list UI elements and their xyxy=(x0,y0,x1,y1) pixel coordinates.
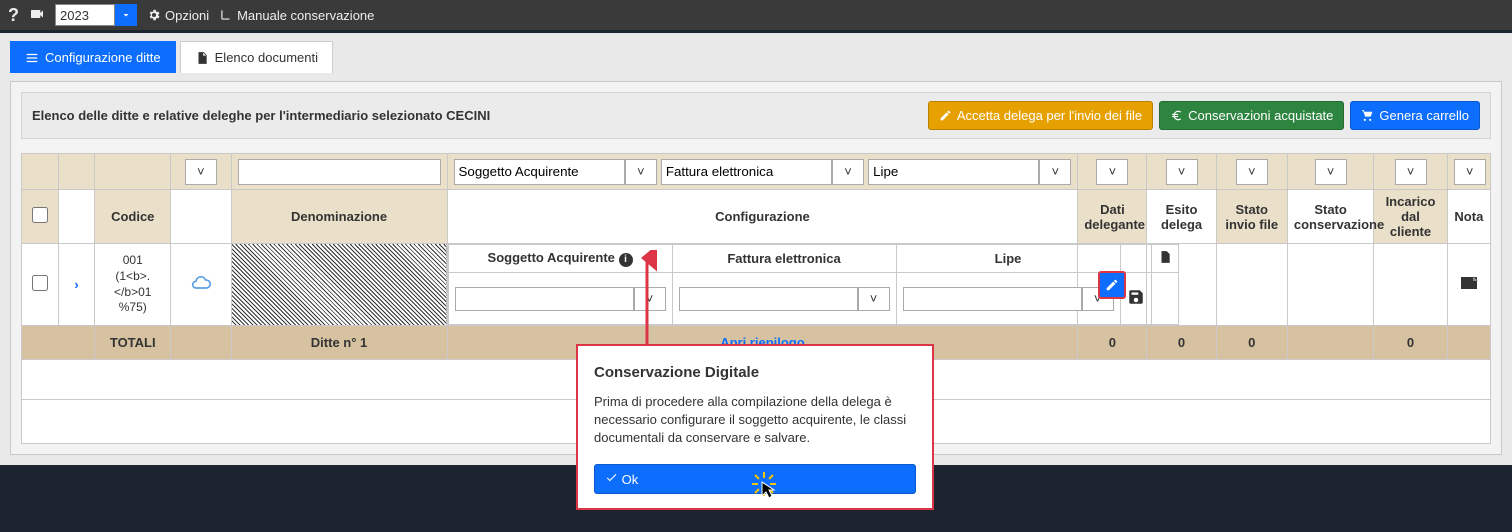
filter-sogg-input[interactable] xyxy=(454,159,625,185)
edit-icon xyxy=(1105,278,1119,292)
modal-dialog: Conservazione Digitale Prima di proceder… xyxy=(576,344,934,510)
book-icon xyxy=(219,8,233,22)
ok-button[interactable]: Ok xyxy=(594,464,916,494)
filter-config: ˅ ˅ ˅ xyxy=(447,154,1078,190)
chevron-down-icon[interactable]: ˅ xyxy=(185,159,217,185)
edit-icon xyxy=(939,109,952,122)
chevron-down-icon[interactable]: ˅ xyxy=(1166,159,1198,185)
row-codice: 001 (1<b>.</b>01 %75) xyxy=(95,244,171,326)
conserv-label: Conservazioni acquistate xyxy=(1188,108,1333,123)
th-config: Configurazione xyxy=(447,190,1078,244)
year-selector[interactable] xyxy=(55,4,137,26)
totals-label: TOTALI xyxy=(95,326,171,360)
row-checkbox[interactable] xyxy=(32,275,48,291)
cfg-fatt-input[interactable] xyxy=(679,287,858,311)
th-denom: Denominazione xyxy=(231,190,447,244)
row-denom xyxy=(231,244,447,326)
th-stato-cons: Stato conservazione xyxy=(1287,190,1373,244)
genera-carrello-button[interactable]: Genera carrello xyxy=(1350,101,1480,130)
manuale-label: Manuale conservazione xyxy=(237,8,374,23)
filter-row: ˅ ˅ ˅ ˅ ˅ ˅ ˅ ˅ ˅ ˅ xyxy=(22,154,1491,190)
edit-delegante-button[interactable] xyxy=(1098,271,1126,299)
cart-icon xyxy=(1361,109,1374,122)
chevron-down-icon[interactable]: ˅ xyxy=(1315,159,1347,185)
chevron-down-icon[interactable]: ˅ xyxy=(858,287,890,311)
manuale-link[interactable]: Manuale conservazione xyxy=(219,8,374,23)
list-icon xyxy=(25,51,39,65)
conservazioni-button[interactable]: Conservazioni acquistate xyxy=(1159,101,1344,130)
th-esito: Esito delega xyxy=(1147,190,1216,244)
year-dropdown-icon[interactable] xyxy=(115,4,137,26)
modal-title: Conservazione Digitale xyxy=(594,364,916,381)
cfg-lipe-input[interactable] xyxy=(903,287,1082,311)
cloud-icon xyxy=(188,273,214,293)
video-icon[interactable] xyxy=(29,6,45,25)
select-all-checkbox[interactable] xyxy=(32,207,48,223)
cfg-col-fatt: Fattura elettronica xyxy=(672,245,896,273)
th-nota: Nota xyxy=(1447,190,1490,244)
gear-icon xyxy=(147,8,161,22)
cfg-sogg-input[interactable] xyxy=(455,287,634,311)
chevron-down-icon[interactable]: ˅ xyxy=(1039,159,1071,185)
chevron-down-icon[interactable]: ˅ xyxy=(625,159,657,185)
tab-config-label: Configurazione ditte xyxy=(45,50,161,65)
document-icon xyxy=(1158,249,1172,265)
chevron-down-icon[interactable]: ˅ xyxy=(1454,159,1486,185)
th-incarico: Incarico dal cliente xyxy=(1374,190,1447,244)
opzioni-link[interactable]: Opzioni xyxy=(147,8,209,23)
info-text: Elenco delle ditte e relative deleghe pe… xyxy=(32,108,490,123)
filter-denom-input[interactable] xyxy=(238,159,441,185)
th-stato-invio: Stato invio file xyxy=(1216,190,1287,244)
help-icon[interactable]: ? xyxy=(8,5,19,26)
info-icon[interactable]: i xyxy=(619,253,633,267)
document-icon xyxy=(195,51,209,65)
accetta-delega-button[interactable]: Accetta delega per l'invio dei file xyxy=(928,101,1153,130)
tabs: Configurazione ditte Elenco documenti xyxy=(10,41,1502,73)
ok-label: Ok xyxy=(622,472,639,487)
expand-toggle[interactable]: › xyxy=(58,244,95,326)
opzioni-label: Opzioni xyxy=(165,8,209,23)
year-input[interactable] xyxy=(55,4,115,26)
annotation-arrow xyxy=(637,250,657,350)
chevron-down-icon[interactable]: ˅ xyxy=(1395,159,1427,185)
chevron-down-icon[interactable]: ˅ xyxy=(1236,159,1268,185)
th-codice: Codice xyxy=(95,190,171,244)
th-dati-delegante: Dati delegante xyxy=(1078,190,1147,244)
euro-icon xyxy=(1170,109,1183,122)
modal-body: Prima di procedere alla compilazione del… xyxy=(594,393,916,448)
chevron-down-icon[interactable]: ˅ xyxy=(1096,159,1128,185)
filter-denom[interactable] xyxy=(231,154,447,190)
topbar: ? Opzioni Manuale conservazione xyxy=(0,0,1512,30)
totals-ditte: Ditte n° 1 xyxy=(231,326,447,360)
nota-cell[interactable] xyxy=(1447,244,1490,326)
genera-label: Genera carrello xyxy=(1379,108,1469,123)
note-icon xyxy=(1461,277,1477,289)
save-icon xyxy=(1127,288,1145,306)
dati-delegante-cell[interactable] xyxy=(1078,244,1147,326)
filter-lipe-input[interactable] xyxy=(868,159,1039,185)
row-cloud xyxy=(171,244,231,326)
filter-codice xyxy=(95,154,171,190)
row-config: Soggetto Acquirente i Fattura elettronic… xyxy=(447,244,1078,326)
header-row: Codice Denominazione Configurazione Dati… xyxy=(22,190,1491,244)
tab-configurazione-ditte[interactable]: Configurazione ditte xyxy=(10,41,176,73)
tab-elenco-label: Elenco documenti xyxy=(215,50,318,65)
info-row: Elenco delle ditte e relative deleghe pe… xyxy=(21,92,1491,139)
filter-fatt-input[interactable] xyxy=(661,159,832,185)
tab-elenco-documenti[interactable]: Elenco documenti xyxy=(180,41,333,73)
table-row: › 001 (1<b>.</b>01 %75) Soggetto Acquire… xyxy=(22,244,1491,326)
chevron-down-icon[interactable]: ˅ xyxy=(832,159,864,185)
check-icon xyxy=(605,471,618,484)
accetta-label: Accetta delega per l'invio dei file xyxy=(957,108,1142,123)
